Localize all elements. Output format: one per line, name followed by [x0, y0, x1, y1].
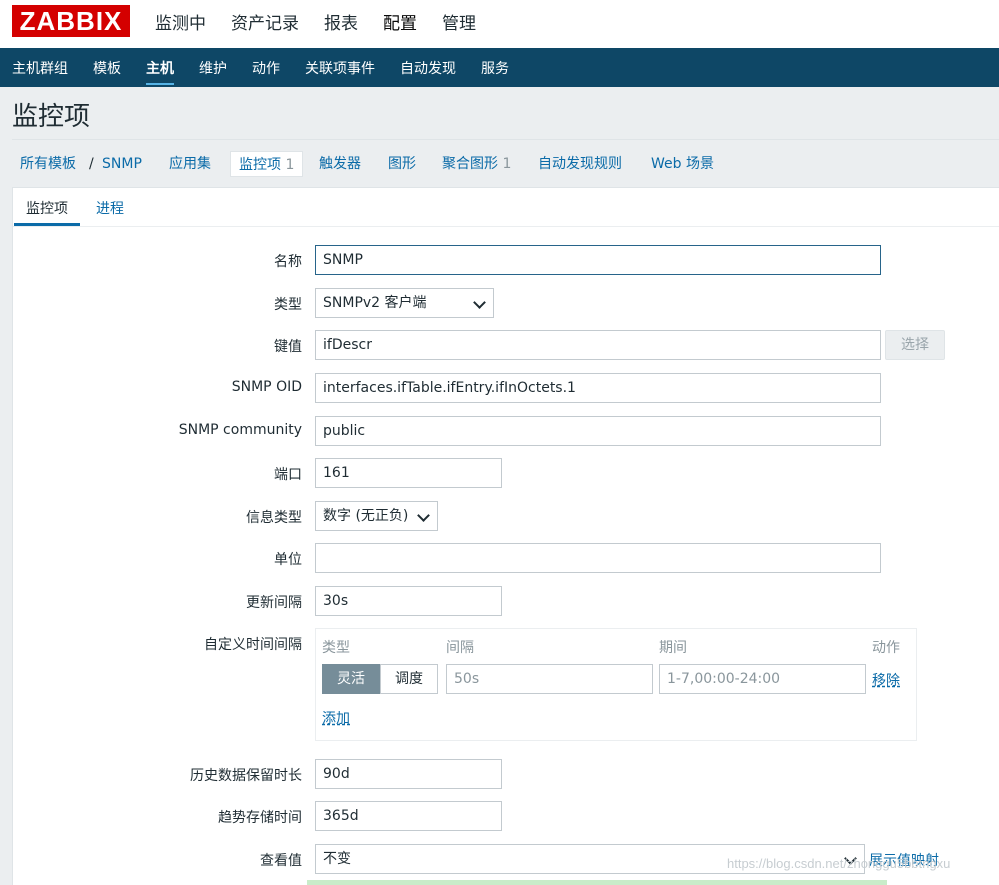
info-type-label: 信息类型	[246, 510, 302, 526]
flexible-option[interactable]: 灵活	[322, 664, 380, 694]
breadcrumb-separator: /	[89, 156, 94, 172]
select-key-button[interactable]: 选择	[885, 330, 945, 360]
snmp-oid-input[interactable]: interfaces.ifTable.ifEntry.ifInOctets.1	[315, 373, 881, 403]
breadcrumb-all-templates[interactable]: 所有模板	[20, 151, 76, 177]
top-nav-administration[interactable]: 管理	[442, 9, 476, 34]
breadcrumb-items-label: 监控项	[239, 157, 281, 173]
page-title: 监控项	[12, 102, 91, 132]
units-label: 单位	[274, 552, 302, 568]
sub-nav-host-groups[interactable]: 主机群组	[12, 58, 68, 87]
breadcrumb-applications[interactable]: 应用集	[169, 151, 211, 177]
zabbix-logo[interactable]: ZABBIX	[12, 5, 130, 37]
status-strip	[307, 880, 887, 885]
breadcrumb-items[interactable]: 监控项 1	[230, 151, 304, 177]
sub-nav-bar: 主机群组 模板 主机 维护 动作 关联项事件 自动发现 服务	[0, 48, 999, 87]
breadcrumb-web-scenarios[interactable]: Web 场景	[651, 151, 714, 177]
remove-interval-link[interactable]: 移除	[872, 670, 900, 690]
breadcrumb-screens[interactable]: 聚合图形 1	[442, 151, 511, 177]
item-form-panel: 监控项 进程 名称 SNMP 类型 SNMPv2 客户端 键值 ifDescr …	[12, 187, 999, 885]
info-type-select-value: 数字 (无正负)	[323, 508, 409, 524]
breadcrumb-triggers[interactable]: 触发器	[319, 151, 361, 177]
custom-period-input[interactable]: 1-7,00:00-24:00	[659, 664, 866, 694]
form-tabs: 监控项 进程	[13, 188, 999, 227]
history-input[interactable]: 90d	[315, 759, 502, 789]
port-label: 端口	[274, 467, 302, 483]
col-period-header: 期间	[659, 640, 687, 656]
info-type-select[interactable]: 数字 (无正负)	[315, 501, 438, 531]
history-label: 历史数据保留时长	[190, 768, 302, 784]
port-input[interactable]: 161	[315, 458, 502, 488]
add-interval-link[interactable]: 添加	[322, 708, 350, 728]
type-label: 类型	[274, 297, 302, 313]
trends-input[interactable]: 365d	[315, 801, 502, 831]
sub-nav: 主机群组 模板 主机 维护 动作 关联项事件 自动发现 服务	[12, 58, 534, 87]
top-bar: ZABBIX 监测中 资产记录 报表 配置 管理	[0, 0, 999, 48]
col-action-header: 动作	[872, 640, 900, 656]
snmp-community-label: SNMP community	[178, 422, 302, 438]
interval-type-toggle: 灵活 调度	[322, 664, 438, 694]
top-nav-configuration[interactable]: 配置	[383, 9, 417, 34]
top-nav: 监测中 资产记录 报表 配置 管理	[155, 9, 501, 34]
sub-nav-templates[interactable]: 模板	[93, 58, 121, 87]
name-label: 名称	[274, 254, 302, 270]
sub-nav-actions[interactable]: 动作	[252, 58, 280, 87]
custom-interval-input[interactable]: 50s	[446, 664, 653, 694]
update-interval-input[interactable]: 30s	[315, 586, 502, 616]
breadcrumb-screens-label: 聚合图形	[442, 156, 498, 172]
units-input[interactable]	[315, 543, 881, 573]
trends-label: 趋势存储时间	[218, 810, 302, 826]
tab-process[interactable]: 进程	[96, 198, 124, 218]
sub-nav-hosts[interactable]: 主机	[146, 58, 174, 87]
snmp-community-input[interactable]: public	[315, 416, 881, 446]
scheduling-option[interactable]: 调度	[380, 664, 438, 694]
breadcrumb-graphs[interactable]: 图形	[388, 151, 416, 177]
col-type-header: 类型	[322, 640, 350, 656]
col-interval-header: 间隔	[446, 640, 474, 656]
breadcrumb: 所有模板 / SNMP 应用集 监控项 1 触发器 图形 聚合图形 1 自动发现…	[12, 139, 999, 187]
custom-intervals-label: 自定义时间间隔	[204, 637, 302, 653]
sub-nav-maintenance[interactable]: 维护	[199, 58, 227, 87]
sub-nav-discovery[interactable]: 自动发现	[400, 58, 456, 87]
sub-nav-correlation[interactable]: 关联项事件	[305, 58, 375, 87]
top-nav-monitoring[interactable]: 监测中	[155, 9, 206, 34]
breadcrumb-discovery-rules[interactable]: 自动发现规则	[538, 151, 622, 177]
breadcrumb-items-count: 1	[285, 157, 295, 173]
tab-item[interactable]: 监控项	[14, 198, 80, 226]
breadcrumb-screens-count: 1	[502, 156, 512, 172]
watermark: https://blog.csdn.net/zhonggu5bbtngxu	[727, 856, 951, 871]
valuemap-label: 查看值	[260, 853, 302, 869]
key-input[interactable]: ifDescr	[315, 330, 881, 360]
name-input[interactable]: SNMP	[315, 245, 881, 275]
type-select-value: SNMPv2 客户端	[323, 295, 427, 311]
key-label: 键值	[274, 339, 302, 355]
type-select[interactable]: SNMPv2 客户端	[315, 288, 494, 318]
top-nav-inventory[interactable]: 资产记录	[231, 9, 299, 34]
snmp-oid-label: SNMP OID	[231, 379, 302, 395]
custom-intervals-table: 类型 间隔 期间 动作 灵活 调度 50s 1-7,00:00-24:00 移除…	[315, 628, 917, 741]
breadcrumb-template[interactable]: SNMP	[102, 151, 142, 177]
sub-nav-services[interactable]: 服务	[481, 58, 509, 87]
update-interval-label: 更新间隔	[246, 595, 302, 611]
top-nav-reports[interactable]: 报表	[324, 9, 358, 34]
valuemap-select-value: 不变	[323, 851, 351, 867]
